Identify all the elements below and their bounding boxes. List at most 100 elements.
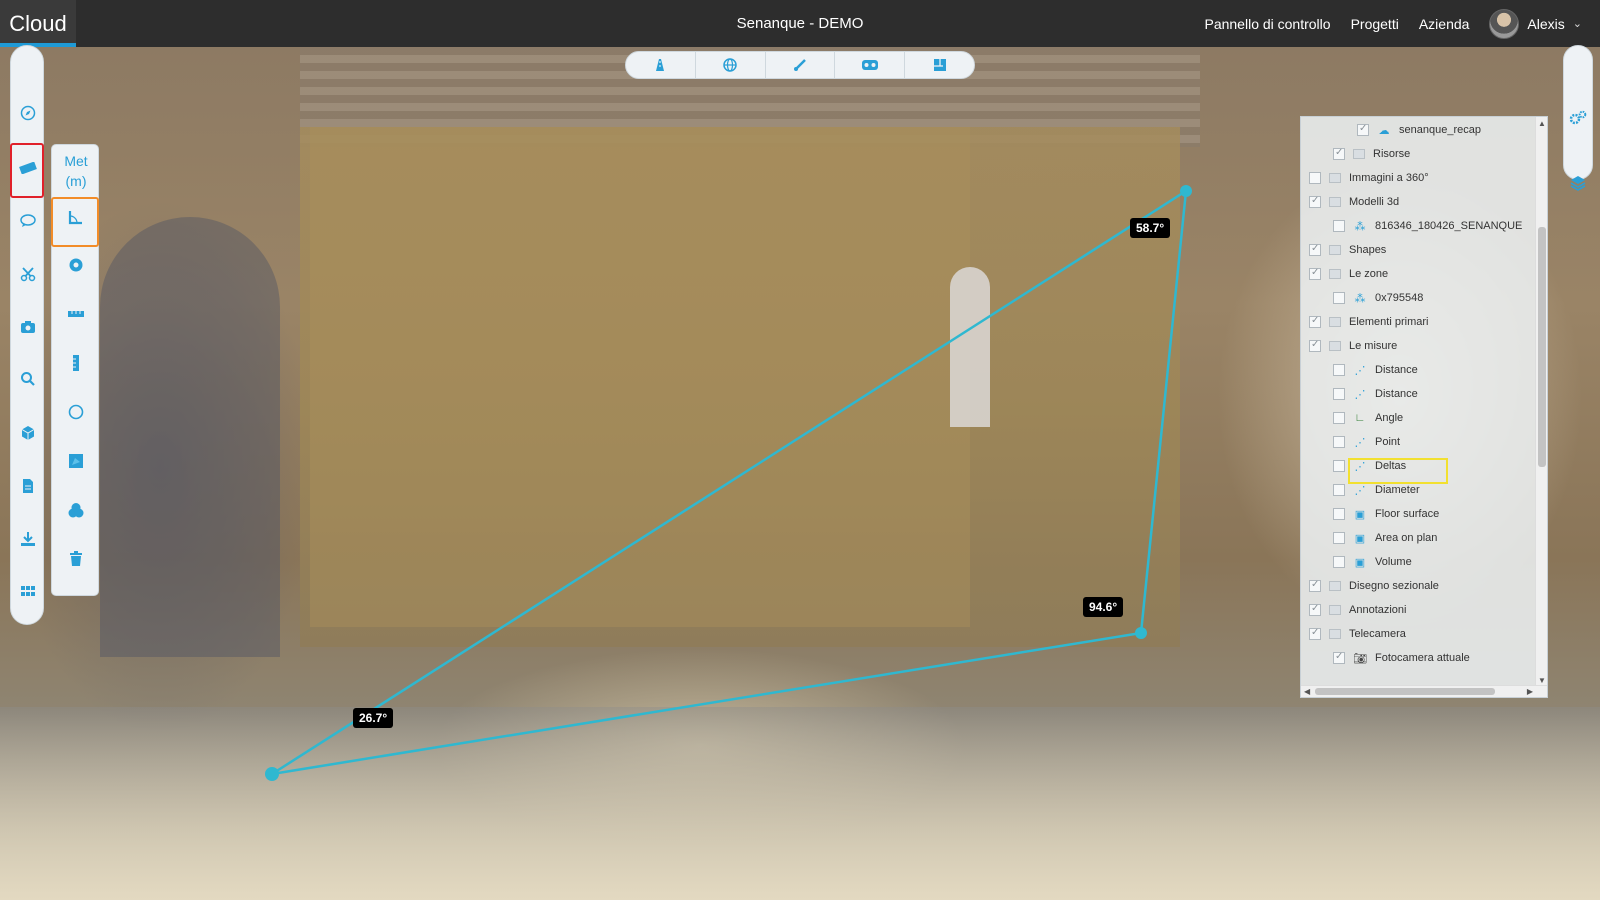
tree-checkbox[interactable] bbox=[1333, 147, 1345, 160]
tree-item-current-camera[interactable]: 📷︎ Fotocamera attuale bbox=[1301, 647, 1531, 669]
nav-projects[interactable]: Progetti bbox=[1351, 16, 1399, 32]
tree-horizontal-scrollbar[interactable]: ◀ ▶ bbox=[1301, 685, 1547, 697]
tree-item-annotations[interactable]: Annotazioni bbox=[1301, 599, 1531, 621]
point-icon[interactable] bbox=[61, 250, 91, 280]
scroll-up-icon[interactable]: ▲ bbox=[1538, 119, 1546, 128]
tree-checkbox[interactable] bbox=[1333, 556, 1345, 568]
tree-checkbox[interactable] bbox=[1309, 172, 1321, 184]
measure-point-right[interactable] bbox=[1135, 627, 1147, 639]
tree-vertical-scrollbar[interactable]: ▲ ▼ bbox=[1535, 117, 1547, 687]
unit-selector[interactable]: Met (m) bbox=[52, 151, 100, 191]
trash-icon[interactable] bbox=[61, 544, 91, 574]
tree-item-label: Fotocamera attuale bbox=[1375, 652, 1470, 664]
folder-icon bbox=[1329, 197, 1341, 207]
angle-label-top: 58.7° bbox=[1130, 218, 1171, 238]
tree-checkbox[interactable] bbox=[1309, 315, 1321, 328]
tree-checkbox[interactable] bbox=[1333, 460, 1345, 472]
volume-measure-icon: ▣ bbox=[1354, 556, 1366, 569]
tree-checkbox[interactable] bbox=[1333, 532, 1345, 544]
tree-checkbox[interactable] bbox=[1333, 651, 1345, 664]
area-icon[interactable] bbox=[61, 446, 91, 476]
tree-checkbox[interactable] bbox=[1333, 436, 1345, 448]
cube-icon[interactable] bbox=[13, 418, 43, 448]
tree-item-area-on-plan[interactable]: ▣ Area on plan bbox=[1301, 527, 1531, 549]
tree-checkbox[interactable] bbox=[1309, 243, 1321, 256]
search-icon[interactable] bbox=[13, 364, 43, 394]
floor-plan-icon[interactable] bbox=[905, 52, 974, 78]
tree-item-angle[interactable]: ∟ Angle bbox=[1301, 407, 1531, 429]
tree-scroll-thumb-horizontal[interactable] bbox=[1315, 688, 1495, 695]
tree-item-3d-models[interactable]: Modelli 3d bbox=[1301, 191, 1531, 213]
download-icon[interactable] bbox=[13, 524, 43, 554]
tree-item-label: Volume bbox=[1375, 556, 1412, 568]
height-icon[interactable] bbox=[61, 348, 91, 378]
tree-checkbox[interactable] bbox=[1333, 292, 1345, 304]
measure-point-left[interactable] bbox=[265, 767, 279, 781]
tree-item-section-drawing[interactable]: Disegno sezionale bbox=[1301, 575, 1531, 597]
active-tool-highlight bbox=[10, 143, 44, 198]
tree-item-label: Angle bbox=[1375, 412, 1404, 424]
angle-triangle bbox=[271, 188, 1188, 776]
tree-item-label: 816346_180426_SENANQUE bbox=[1375, 220, 1523, 232]
scroll-left-icon[interactable]: ◀ bbox=[1304, 687, 1310, 696]
user-menu[interactable]: Alexis ⌄ bbox=[1489, 8, 1582, 39]
nav-company[interactable]: Azienda bbox=[1419, 16, 1470, 32]
distance-icon[interactable] bbox=[61, 299, 91, 329]
tree-checkbox[interactable] bbox=[1309, 195, 1321, 208]
tree-checkbox[interactable] bbox=[1309, 339, 1321, 352]
tree-item-primary-elements[interactable]: Elementi primari bbox=[1301, 311, 1531, 333]
unit-label: Met bbox=[64, 153, 88, 169]
volume-icon[interactable] bbox=[61, 495, 91, 525]
tree-checkbox[interactable] bbox=[1333, 364, 1345, 376]
circle-icon[interactable] bbox=[61, 397, 91, 427]
tree-checkbox[interactable] bbox=[1309, 603, 1321, 616]
tree-item-floor-surface[interactable]: ▣ Floor surface bbox=[1301, 503, 1531, 525]
vr-headset-icon[interactable] bbox=[835, 52, 906, 78]
globe-icon[interactable] bbox=[696, 52, 766, 78]
grid-icon[interactable] bbox=[13, 576, 43, 606]
tree-item-volume[interactable]: ▣ Volume bbox=[1301, 551, 1531, 573]
scroll-down-icon[interactable]: ▼ bbox=[1538, 676, 1546, 685]
scroll-right-icon[interactable]: ▶ bbox=[1527, 687, 1533, 696]
tree-checkbox[interactable] bbox=[1333, 484, 1345, 496]
comment-icon[interactable] bbox=[13, 206, 43, 236]
tree-checkbox[interactable] bbox=[1333, 220, 1345, 232]
user-name: Alexis bbox=[1527, 15, 1565, 32]
folder-icon bbox=[1329, 317, 1341, 327]
scissors-icon[interactable] bbox=[13, 259, 43, 289]
tree-checkbox[interactable] bbox=[1333, 388, 1345, 400]
tree-checkbox[interactable] bbox=[1309, 579, 1321, 592]
tree-item-measures[interactable]: Le misure bbox=[1301, 335, 1531, 357]
compass-icon[interactable] bbox=[13, 98, 43, 128]
tree-item-point[interactable]: ⋰ Point bbox=[1301, 431, 1531, 453]
tree-item-pointcloud[interactable]: ☁ senanque_recap bbox=[1301, 119, 1531, 141]
left-toolbar bbox=[10, 45, 44, 625]
tree-item-zone-color[interactable]: ⁂ 0x795548 bbox=[1301, 287, 1531, 309]
settings-icon[interactable] bbox=[1566, 106, 1590, 130]
camera-icon[interactable] bbox=[13, 312, 43, 342]
diameter-measure-icon: ⋰ bbox=[1354, 484, 1366, 497]
tree-checkbox[interactable] bbox=[1309, 267, 1321, 280]
tree-scroll-thumb[interactable] bbox=[1538, 227, 1546, 467]
tree-item-zones[interactable]: Le zone bbox=[1301, 263, 1531, 285]
nav-dashboard[interactable]: Pannello di controllo bbox=[1204, 16, 1330, 32]
tree-item-360-images[interactable]: Immagini a 360° bbox=[1301, 167, 1531, 189]
document-icon[interactable] bbox=[13, 471, 43, 501]
road-icon[interactable] bbox=[626, 52, 696, 78]
app-logo[interactable]: Cloud bbox=[0, 0, 76, 47]
tree-item-shapes[interactable]: Shapes bbox=[1301, 239, 1531, 261]
tree-item-label: Disegno sezionale bbox=[1349, 580, 1439, 592]
tree-item-model-file[interactable]: ⁂ 816346_180426_SENANQUE bbox=[1301, 215, 1531, 237]
tree-checkbox[interactable] bbox=[1309, 627, 1321, 640]
layers-icon[interactable] bbox=[1566, 171, 1590, 195]
tree-checkbox[interactable] bbox=[1333, 412, 1345, 424]
tree-item-label: Distance bbox=[1375, 364, 1418, 376]
tree-item-camera[interactable]: Telecamera bbox=[1301, 623, 1531, 645]
tree-checkbox[interactable] bbox=[1357, 123, 1369, 136]
tree-item-distance-1[interactable]: ⋰ Distance bbox=[1301, 359, 1531, 381]
brush-icon[interactable] bbox=[766, 52, 836, 78]
measure-point-top[interactable] bbox=[1180, 185, 1192, 197]
tree-item-resources[interactable]: Risorse bbox=[1301, 143, 1531, 165]
tree-checkbox[interactable] bbox=[1333, 508, 1345, 520]
tree-item-distance-2[interactable]: ⋰ Distance bbox=[1301, 383, 1531, 405]
